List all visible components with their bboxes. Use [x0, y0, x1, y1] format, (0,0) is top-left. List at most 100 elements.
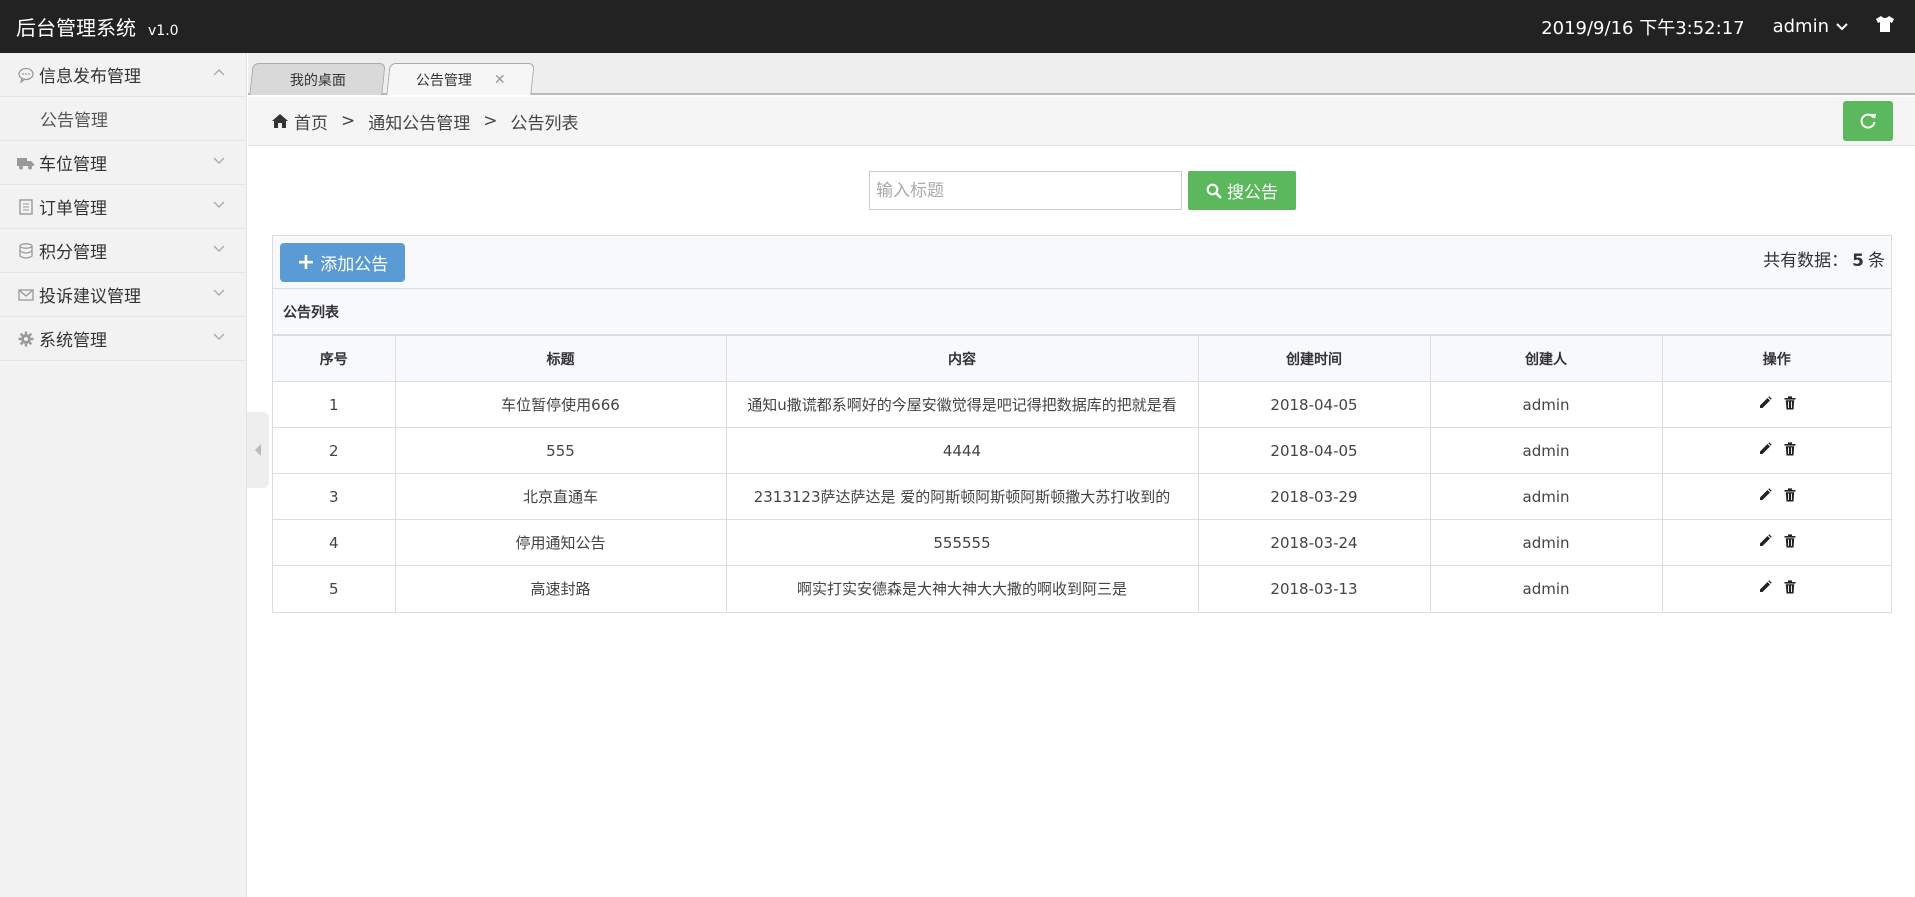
- sidebar: 信息发布管理 公告管理 车位管理 订单管理 积分管理 投诉建议管理 系统管理: [0, 53, 247, 897]
- breadcrumb-home[interactable]: 首页: [294, 109, 328, 134]
- table-caption: 公告列表: [273, 289, 1891, 335]
- search-button-label: 搜公告: [1227, 183, 1278, 203]
- trash-icon[interactable]: [1784, 395, 1796, 410]
- tab-strip: 我的桌面 公告管理 ✕: [248, 53, 1915, 95]
- add-notice-button[interactable]: + 添加公告: [280, 243, 405, 282]
- sidebar-item-label: 投诉建议管理: [39, 287, 141, 307]
- sidebar-item-system[interactable]: 系统管理: [0, 317, 246, 361]
- table-cell: 啊实打实安德森是大神大神大大撒的啊收到阿三是: [725, 565, 1199, 612]
- table-cell: 2018-04-05: [1197, 427, 1431, 474]
- table-cell-actions: [1661, 519, 1891, 566]
- table-cell: 北京直通车: [394, 473, 727, 520]
- table-cell: 2018-04-05: [1197, 381, 1431, 428]
- breadcrumb-level1[interactable]: 通知公告管理: [368, 109, 470, 134]
- table-row: 3 北京直通车 2313123萨达萨达是 爱的阿斯顿阿斯顿阿斯顿撒大苏打收到的 201…: [273, 473, 1891, 520]
- table-cell: admin: [1429, 427, 1663, 474]
- total-number: 5: [1852, 251, 1864, 271]
- panel-toolbar: + 添加公告 共有数据： 5 条: [273, 236, 1891, 289]
- notice-panel: + 添加公告 共有数据： 5 条 公告列表 序号 标题 内容 创建时间 创建人 操作…: [272, 235, 1892, 613]
- refresh-button[interactable]: [1843, 101, 1893, 141]
- chevron-down-icon: [213, 245, 225, 252]
- table-cell: 555555: [725, 519, 1199, 566]
- chevron-down-icon: [213, 333, 225, 340]
- edit-icon[interactable]: [1758, 580, 1772, 594]
- table-cell: admin: [1429, 381, 1663, 428]
- gear-icon: [17, 330, 35, 348]
- chevron-down-icon: [213, 201, 225, 208]
- table-cell-actions: [1661, 427, 1891, 474]
- trash-icon[interactable]: [1784, 533, 1796, 548]
- sidebar-item-info-publish[interactable]: 信息发布管理: [0, 53, 246, 97]
- table-cell: 555: [394, 427, 727, 474]
- total-count: 共有数据： 5 条: [1763, 246, 1885, 271]
- app-version: v1.0: [148, 23, 179, 39]
- close-icon[interactable]: ✕: [494, 72, 506, 88]
- breadcrumb: 首页 > 通知公告管理 > 公告列表: [272, 109, 579, 134]
- breadcrumb-separator: >: [483, 111, 498, 131]
- sidebar-item-label: 信息发布管理: [39, 67, 141, 87]
- column-header: 内容: [725, 335, 1199, 382]
- table-cell: admin: [1429, 565, 1663, 612]
- document-icon: [17, 198, 35, 216]
- sidebar-item-orders[interactable]: 订单管理: [0, 185, 246, 229]
- table-cell: admin: [1429, 473, 1663, 520]
- edit-icon[interactable]: [1758, 441, 1772, 456]
- total-prefix: 共有数据：: [1763, 251, 1849, 271]
- user-menu[interactable]: admin: [1773, 16, 1849, 37]
- table-cell: 5: [273, 565, 396, 612]
- tab-notice-management[interactable]: 公告管理 ✕: [386, 63, 535, 95]
- sidebar-item-complaints[interactable]: 投诉建议管理: [0, 273, 246, 317]
- column-header: 创建时间: [1197, 335, 1431, 382]
- table-cell: 4444: [725, 427, 1199, 474]
- sidebar-item-label: 订单管理: [39, 199, 107, 219]
- search-input[interactable]: [869, 171, 1182, 210]
- sidebar-subitem-notice[interactable]: 公告管理: [0, 97, 246, 141]
- user-name: admin: [1772, 16, 1829, 37]
- table-row: 5 高速封路 啊实打实安德森是大神大神大大撒的啊收到阿三是 2018-03-13 adm…: [273, 565, 1891, 612]
- database-icon: [17, 242, 35, 260]
- tab-label: 我的桌面: [289, 72, 346, 89]
- table-cell: 2018-03-29: [1197, 473, 1431, 520]
- table-cell: 2018-03-24: [1197, 519, 1431, 566]
- sidebar-collapse-handle[interactable]: [247, 412, 269, 488]
- table-header-row: 序号 标题 内容 创建时间 创建人 操作: [273, 335, 1891, 382]
- edit-icon[interactable]: [1758, 487, 1772, 502]
- current-datetime: 2019/9/16 下午3:52:17: [1541, 17, 1745, 39]
- chevron-down-icon: [213, 289, 225, 296]
- edit-icon[interactable]: [1758, 395, 1772, 410]
- total-suffix: 条: [1868, 251, 1885, 271]
- column-header: 标题: [394, 335, 727, 382]
- brand: 后台管理系统 v1.0: [16, 12, 179, 41]
- table-cell: admin: [1429, 519, 1663, 566]
- search-icon: [1206, 183, 1222, 199]
- column-header: 序号: [273, 335, 396, 382]
- tab-my-desktop[interactable]: 我的桌面: [249, 63, 386, 95]
- sidebar-item-parking[interactable]: 车位管理: [0, 141, 246, 185]
- table-cell: 4: [273, 519, 396, 566]
- table-cell: 1: [273, 381, 396, 428]
- table-cell: 车位暂停使用666: [394, 381, 727, 428]
- trash-icon[interactable]: [1784, 441, 1796, 456]
- search-button[interactable]: 搜公告: [1188, 171, 1296, 210]
- skin-shirt-icon[interactable]: [1875, 15, 1895, 38]
- trash-icon[interactable]: [1784, 580, 1796, 594]
- table-row: 2 555 4444 2018-04-05 admin: [273, 427, 1891, 474]
- trash-icon[interactable]: [1784, 487, 1796, 502]
- home-icon: [272, 114, 288, 128]
- table-cell-actions: [1661, 565, 1891, 612]
- column-header: 操作: [1661, 335, 1891, 382]
- sidebar-item-label: 系统管理: [39, 331, 107, 351]
- sidebar-item-points[interactable]: 积分管理: [0, 229, 246, 273]
- edit-icon[interactable]: [1758, 533, 1772, 548]
- breadcrumb-bar: 首页 > 通知公告管理 > 公告列表: [248, 97, 1915, 146]
- caret-left-icon: [255, 444, 261, 456]
- table-row: 1 车位暂停使用666 通知u撒谎都系啊好的今屋安徽觉得是吧记得把数据库的把就是看 2…: [273, 381, 1891, 428]
- table-cell-actions: [1661, 381, 1891, 428]
- table-row: 4 停用通知公告 555555 2018-03-24 admin: [273, 519, 1891, 566]
- plus-icon: +: [296, 249, 316, 275]
- column-header: 创建人: [1429, 335, 1663, 382]
- table-cell: 停用通知公告: [394, 519, 727, 566]
- search-bar: 搜公告: [869, 171, 1296, 210]
- table-cell: 通知u撒谎都系啊好的今屋安徽觉得是吧记得把数据库的把就是看: [725, 381, 1199, 428]
- chevron-down-icon: [213, 157, 225, 164]
